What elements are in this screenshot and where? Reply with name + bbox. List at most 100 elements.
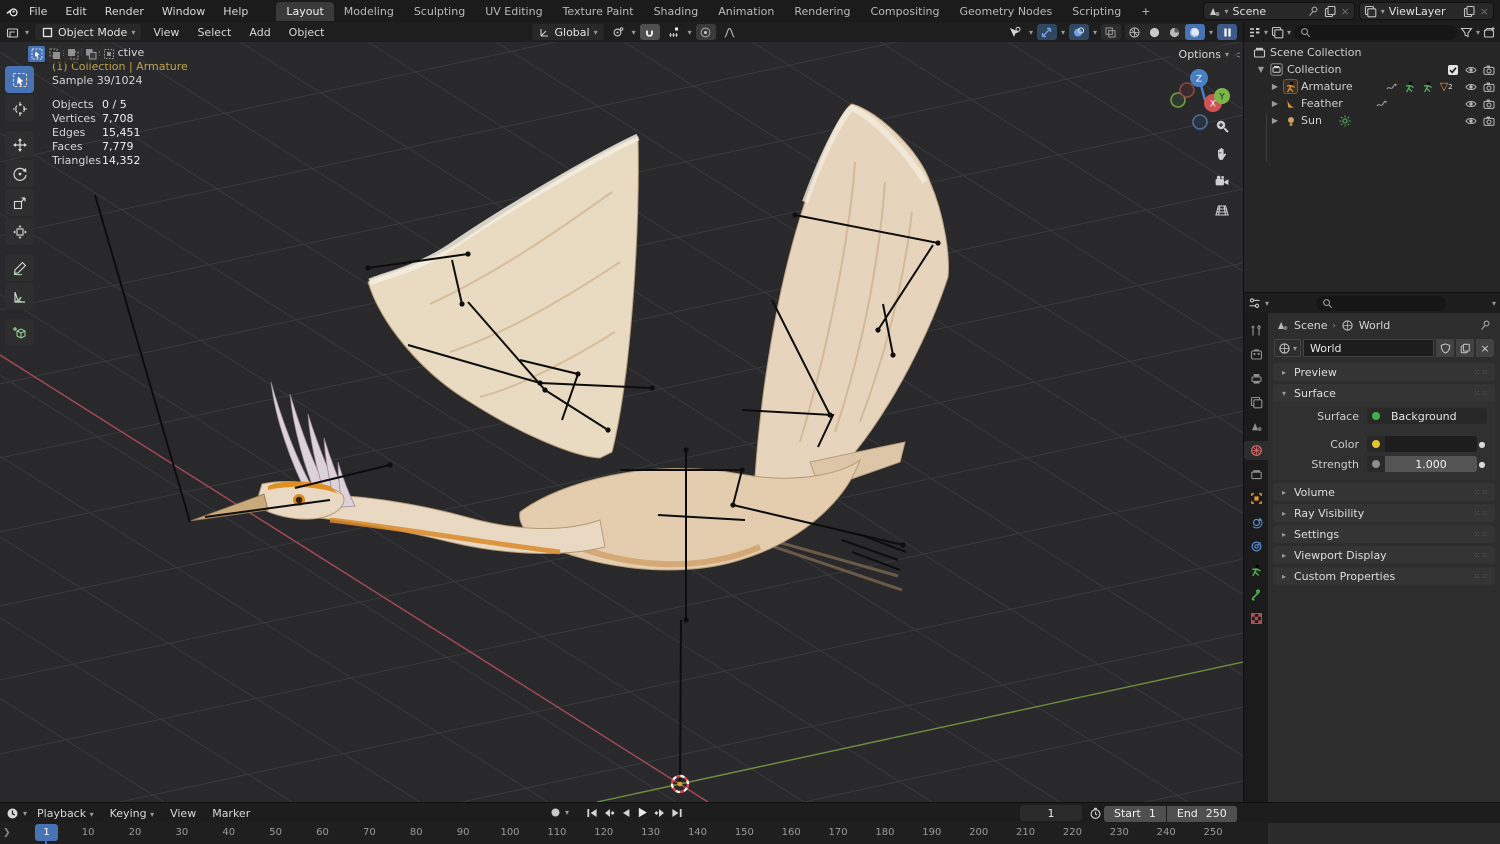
add-workspace-button[interactable]: +	[1131, 2, 1160, 21]
gizmo-axis-neg[interactable]	[1179, 82, 1195, 98]
ruler-tick[interactable]: 180	[875, 827, 894, 838]
select-mode-intersect[interactable]	[100, 46, 117, 62]
tab-animation[interactable]: Animation	[708, 2, 784, 21]
fake-user-shield-button[interactable]	[1436, 339, 1454, 357]
exclude-checkbox[interactable]	[1445, 62, 1460, 77]
next-keyframe-button[interactable]	[652, 804, 667, 821]
options-button[interactable]: Options ▾	[1170, 46, 1237, 62]
copy-datablock-button[interactable]	[1456, 339, 1474, 357]
tab-scripting[interactable]: Scripting	[1062, 2, 1131, 21]
tab-scene[interactable]	[1244, 417, 1268, 436]
tab-render[interactable]	[1244, 345, 1268, 364]
strength-socket[interactable]	[1367, 456, 1385, 472]
ruler-tick[interactable]: 160	[782, 827, 801, 838]
snap-target-dropdown[interactable]	[664, 24, 684, 40]
ruler-tick[interactable]: 40	[222, 827, 235, 838]
ruler-tick[interactable]: 190	[922, 827, 941, 838]
row-sun[interactable]: ▶ Sun	[1244, 112, 1500, 129]
animate-dot[interactable]: ●	[1477, 460, 1487, 469]
ruler-tick[interactable]: 210	[1016, 827, 1035, 838]
chevron-down-icon[interactable]: ▾	[25, 28, 29, 37]
disclosure-triangle-icon[interactable]: ▶	[1270, 116, 1280, 125]
timeline-ruler[interactable]: ❯ 1 10 20 30 40 50 60 70 80 90 100 110 120 130 140 150…	[0, 823, 1500, 844]
tab-collection[interactable]	[1244, 465, 1268, 484]
row-scene-collection[interactable]: Scene Collection	[1244, 44, 1500, 61]
chevron-down-icon[interactable]: ▾	[1225, 7, 1229, 16]
overlays-toggle[interactable]	[1068, 24, 1089, 40]
gizmos-toggle[interactable]	[1036, 24, 1057, 40]
panel-ray-visibility[interactable]: ▸ Ray Visibility ⁙⁙	[1273, 504, 1495, 522]
pivot-point-dropdown[interactable]	[608, 24, 628, 40]
tab-world[interactable]	[1244, 441, 1268, 460]
menu-edit[interactable]: Edit	[57, 3, 94, 20]
browse-world-button[interactable]: ▾	[1274, 339, 1302, 357]
render-visibility-icon[interactable]	[1481, 79, 1496, 94]
perspective-grid-icon[interactable]	[1213, 201, 1231, 219]
outliner-search-input[interactable]	[1294, 24, 1457, 40]
ruler-tick[interactable]: 230	[1110, 827, 1129, 838]
tab-constraints[interactable]	[1244, 537, 1268, 556]
tool-select-box[interactable]	[5, 66, 34, 93]
disclosure-triangle-icon[interactable]: ▶	[1270, 99, 1280, 108]
panel-volume[interactable]: ▸ Volume ⁙⁙	[1273, 483, 1495, 501]
select-mode-invert[interactable]	[82, 46, 99, 62]
viewport-3d[interactable]: ▾ Object Mode ▾ View Select Add Object G…	[0, 22, 1243, 802]
use-preview-range-button[interactable]	[1088, 805, 1103, 822]
playhead[interactable]: 1	[35, 824, 58, 841]
ruler-tick[interactable]: 60	[316, 827, 329, 838]
zoom-icon[interactable]	[1213, 117, 1231, 135]
chevron-down-icon[interactable]: ▾	[1264, 28, 1268, 37]
render-visibility-icon[interactable]	[1481, 113, 1496, 128]
chevron-down-icon[interactable]: ▾	[1476, 28, 1480, 37]
surface-socket[interactable]	[1367, 408, 1385, 424]
surface-shader-button[interactable]: Background	[1385, 408, 1487, 424]
ruler-tick[interactable]: 120	[594, 827, 613, 838]
tab-layout[interactable]: Layout	[276, 1, 334, 21]
menu-select[interactable]: Select	[191, 25, 237, 40]
collection-label[interactable]: Collection	[1287, 63, 1341, 76]
strength-slider[interactable]: 1.000	[1385, 456, 1477, 472]
armature-label[interactable]: Armature	[1301, 80, 1353, 93]
ruler-tick[interactable]: 130	[641, 827, 660, 838]
ruler-tick[interactable]: 90	[457, 827, 470, 838]
color-swatch-field[interactable]	[1385, 436, 1477, 452]
display-mode-icon[interactable]	[1271, 26, 1284, 39]
ruler-tick[interactable]: 100	[500, 827, 519, 838]
tab-tool[interactable]	[1244, 321, 1268, 340]
menu-marker[interactable]: Marker	[206, 806, 256, 821]
hide-eye-icon[interactable]	[1463, 79, 1478, 94]
panel-surface[interactable]: ▾ Surface ⁙⁙ Surface Background Color ● …	[1273, 384, 1495, 480]
chevron-down-icon[interactable]: ▾	[1265, 299, 1269, 308]
select-mode-extend[interactable]	[46, 46, 63, 62]
tab-object[interactable]	[1244, 489, 1268, 508]
render-visibility-icon[interactable]	[1481, 62, 1496, 77]
disclosure-triangle-icon[interactable]: ▶	[1270, 82, 1280, 91]
tool-scale[interactable]	[5, 189, 34, 216]
color-socket[interactable]	[1367, 436, 1385, 452]
tool-rotate[interactable]	[5, 160, 34, 187]
shading-material-button[interactable]	[1165, 24, 1185, 40]
drag-handle-icon[interactable]: ⁙⁙	[1474, 530, 1489, 539]
proportional-falloff-dropdown[interactable]	[720, 24, 740, 40]
ruler-tick[interactable]: 170	[829, 827, 848, 838]
tab-armature-data[interactable]	[1244, 561, 1268, 580]
panel-custom-properties[interactable]: ▸ Custom Properties ⁙⁙	[1273, 567, 1495, 585]
animate-dot[interactable]: ●	[1477, 440, 1487, 449]
editor-type-icon[interactable]	[6, 26, 19, 39]
drag-handle-icon[interactable]: ⁙⁙	[1474, 368, 1489, 377]
xray-toggle[interactable]	[1100, 24, 1121, 40]
scene-collection-label[interactable]: Scene Collection	[1270, 46, 1361, 59]
editor-type-icon[interactable]	[1248, 297, 1261, 310]
drag-handle-icon[interactable]: ⁙⁙	[1474, 572, 1489, 581]
tab-texture-paint[interactable]: Texture Paint	[553, 2, 644, 21]
feather-label[interactable]: Feather	[1301, 97, 1343, 110]
render-visibility-icon[interactable]	[1481, 96, 1496, 111]
row-collection[interactable]: ▼ Collection	[1244, 61, 1500, 78]
hide-eye-icon[interactable]	[1463, 113, 1478, 128]
drag-handle-icon[interactable]: ⁙⁙	[1474, 488, 1489, 497]
world-name-field[interactable]: World	[1303, 339, 1434, 357]
chevron-down-icon[interactable]: ▾	[1381, 7, 1385, 16]
shading-rendered-button[interactable]	[1184, 24, 1205, 40]
drag-handle-icon[interactable]: ⁙⁙	[1474, 551, 1489, 560]
frame-start-field[interactable]: Start 1	[1104, 805, 1166, 822]
